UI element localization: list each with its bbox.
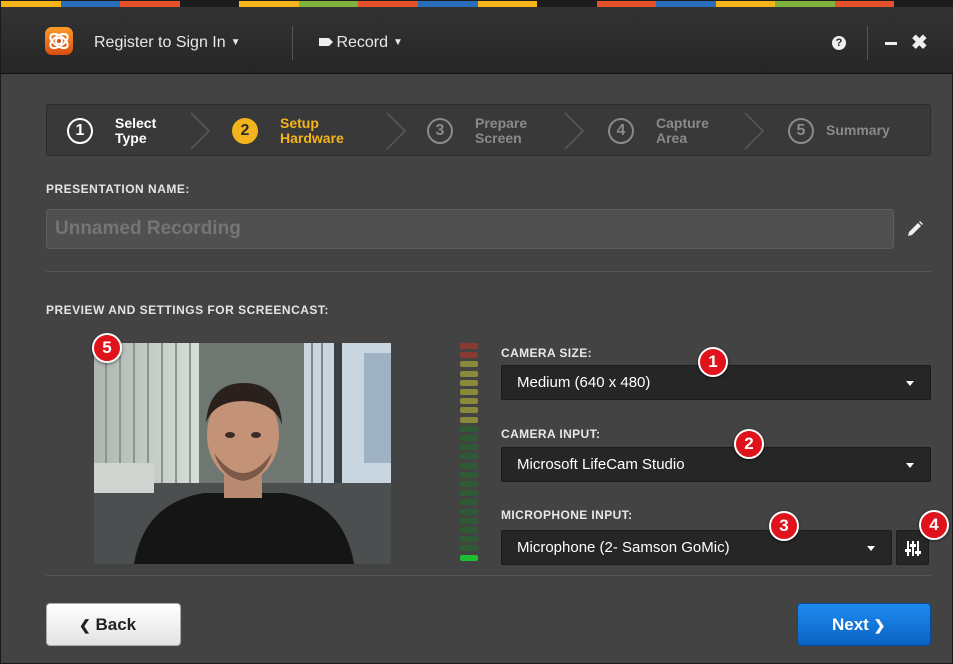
meter-segment [460, 361, 478, 368]
next-button[interactable]: Next ❯ [797, 603, 931, 646]
meter-segment [460, 435, 478, 441]
meter-segment [460, 471, 478, 478]
step-separator-icon [744, 112, 765, 150]
meter-segment [460, 352, 478, 359]
step-number: 1 [67, 118, 93, 144]
microphone-input-select[interactable]: Microphone (2- Samson GoMic) [501, 530, 892, 565]
step-separator-icon [190, 112, 211, 150]
step-prepare-screen[interactable]: 3 Prepare Screen [427, 105, 567, 157]
chevron-left-icon: ❮ [79, 617, 91, 633]
recorder-window: Register to Sign In ▼ Record ▼ ? ✖ 1 Selec… [0, 0, 953, 664]
meter-segment [460, 416, 478, 423]
register-menu-label: Register to Sign In [94, 34, 226, 51]
presentation-name-label: PRESENTATION NAME: [46, 182, 190, 196]
titlebar-divider [867, 26, 868, 60]
pencil-edit-icon[interactable] [906, 220, 924, 238]
caret-down-icon [906, 381, 914, 386]
section-divider [46, 271, 931, 272]
meter-segment [460, 444, 478, 451]
app-logo-icon [45, 27, 73, 55]
meter-segment [460, 343, 478, 349]
step-label: Setup Hardware [280, 115, 344, 146]
help-icon[interactable]: ? [832, 36, 846, 50]
video-camera-icon [319, 38, 333, 46]
step-capture-area[interactable]: 4 Capture Area [608, 105, 748, 157]
meter-segment [460, 407, 478, 414]
step-number: 2 [232, 118, 258, 144]
meter-segment [460, 536, 478, 543]
step-select-type[interactable]: 1 Select Type [67, 105, 207, 157]
callout-badge: 1 [698, 347, 728, 377]
step-separator-icon [564, 112, 585, 150]
callout-badge: 4 [919, 510, 949, 540]
camera-input-select[interactable]: Microsoft LifeCam Studio [501, 447, 931, 482]
step-number: 4 [608, 118, 634, 144]
meter-segment [460, 554, 478, 561]
chevron-down-icon: ▼ [230, 37, 241, 48]
step-label: Summary [826, 122, 890, 138]
callout-badge: 3 [769, 511, 799, 541]
meter-segment [460, 379, 478, 386]
microphone-input-label: MICROPHONE INPUT: [501, 508, 633, 522]
presentation-name-input[interactable] [46, 209, 894, 249]
caret-down-icon [867, 546, 875, 551]
step-label: Capture Area [656, 115, 709, 146]
meter-segment [460, 508, 478, 515]
meter-segment [460, 499, 478, 506]
microphone-input-value: Microphone (2- Samson GoMic) [517, 539, 730, 556]
title-bar: Register to Sign In ▼ Record ▼ ? ✖ [1, 7, 953, 74]
minimize-icon[interactable] [885, 42, 897, 45]
caret-down-icon [906, 463, 914, 468]
step-number: 3 [427, 118, 453, 144]
titlebar-divider [292, 26, 293, 60]
record-menu[interactable]: Record ▼ [319, 33, 403, 53]
meter-segment [460, 370, 478, 377]
step-label: Prepare Screen [475, 115, 528, 146]
step-setup-hardware[interactable]: 2 Setup Hardware [232, 105, 372, 157]
meter-segment [460, 389, 478, 395]
step-label: Select Type [115, 115, 157, 146]
step-number: 5 [788, 118, 814, 144]
wizard-stepper: 1 Select Type 2 Setup Hardware 3 Prepare Sc… [46, 104, 931, 156]
step-summary[interactable]: 5 Summary [788, 105, 928, 157]
camera-size-value: Medium (640 x 480) [517, 374, 651, 391]
camera-input-value: Microsoft LifeCam Studio [517, 456, 685, 473]
record-menu-label: Record [336, 34, 389, 51]
close-icon[interactable]: ✖ [911, 33, 928, 53]
meter-segment [460, 527, 478, 533]
section-divider [46, 575, 931, 576]
preview-settings-label: PREVIEW AND SETTINGS FOR SCREENCAST: [46, 303, 329, 317]
meter-segment [460, 481, 478, 487]
back-button[interactable]: ❮ Back [46, 603, 181, 646]
meter-segment [460, 425, 478, 432]
audio-level-meter [460, 343, 478, 567]
callout-badge: 2 [734, 429, 764, 459]
step-separator-icon [386, 112, 407, 150]
camera-size-label: CAMERA SIZE: [501, 346, 593, 360]
chevron-right-icon: ❯ [873, 617, 886, 633]
meter-segment [460, 453, 478, 460]
next-button-label: Next [832, 615, 869, 634]
meter-segment [460, 545, 478, 552]
meter-segment [460, 398, 478, 405]
meter-segment [460, 517, 478, 524]
callout-badge: 5 [92, 333, 122, 363]
camera-input-label: CAMERA INPUT: [501, 427, 601, 441]
camera-preview [94, 343, 391, 564]
chevron-down-icon: ▼ [393, 37, 403, 48]
meter-segment [460, 490, 478, 497]
meter-segment [460, 462, 478, 469]
register-menu[interactable]: Register to Sign In ▼ [94, 33, 241, 53]
back-button-label: Back [95, 615, 137, 634]
